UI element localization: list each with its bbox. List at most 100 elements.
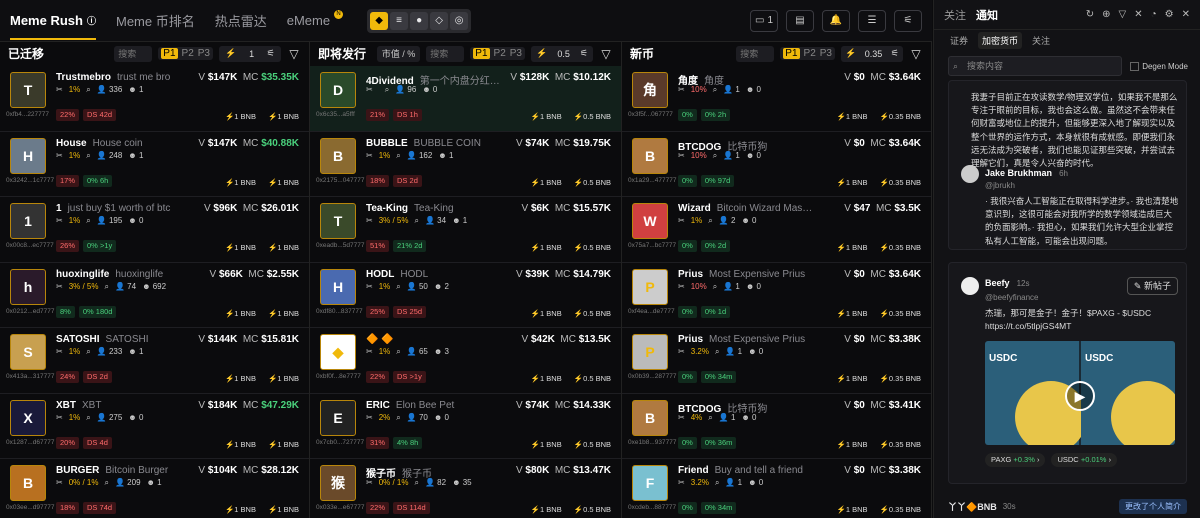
quick-buy-2[interactable]: ⚡1 BNB xyxy=(268,440,299,449)
token-address[interactable]: 0x033e...e67777 xyxy=(316,504,364,511)
tab-meme-ranking[interactable]: Meme 币排名 xyxy=(106,0,205,42)
token-avatar[interactable]: P xyxy=(632,334,668,370)
filter-icon[interactable]: ▽ xyxy=(1119,9,1127,20)
token-row[interactable]: 1 0x00c8...ec7777 1 just buy $1 worth of … xyxy=(0,197,309,263)
tab-ememe[interactable]: eMeme N xyxy=(277,0,353,42)
token-row[interactable]: W 0x75a7...bc7777 Wizard Bitcoin Wizard M… xyxy=(622,197,931,263)
search-icon[interactable]: ⌕ xyxy=(105,478,109,488)
token-address[interactable]: 0x03ee...d97777 xyxy=(6,504,54,511)
quick-buy-1[interactable]: ⚡1 BNB xyxy=(837,374,868,383)
token-row[interactable]: P 0x0b39...287777 Prius Most Expensive Pr… xyxy=(622,328,931,394)
token-row[interactable]: D 0x6c35...a5fff 4Dividend 第一个内盘分红… ✂ ⌕ 👤… xyxy=(310,66,621,132)
subtab-crypto[interactable]: 加密货币 xyxy=(978,31,1023,49)
token-address[interactable]: 0x2175...047777 xyxy=(316,177,364,184)
column-search-input[interactable]: 搜索 xyxy=(426,45,465,62)
preset-p3[interactable]: P3 xyxy=(820,48,832,59)
token-address[interactable]: 0xeadb...5d7777 xyxy=(316,242,364,249)
quick-buy-2[interactable]: ⚡0.35 BNB xyxy=(880,243,921,252)
bnb-chain-icon[interactable]: ◆ xyxy=(370,11,389,30)
quick-buy-1[interactable]: ⚡1 BNB xyxy=(837,440,868,449)
quick-buy-1[interactable]: ⚡1 BNB xyxy=(531,243,562,252)
token-row[interactable]: B 0xe1b8...937777 BTCDOG 比特币狗 ✂ 4% ⌕ 👤 1 … xyxy=(622,394,931,459)
token-address[interactable]: 0x7cb0...727777 xyxy=(316,439,364,446)
eth-chain-icon[interactable]: ◇ xyxy=(430,11,449,30)
token-address[interactable]: 0xcdeb...887777 xyxy=(628,504,676,511)
search-icon[interactable]: ⌕ xyxy=(708,216,712,226)
token-row[interactable]: T 0xfb4...227777 Trustmebro trust me bro … xyxy=(0,66,309,132)
wallet-button[interactable]: ▤ xyxy=(786,9,814,32)
quick-buy-2[interactable]: ⚡0.35 BNB xyxy=(880,178,921,187)
quick-buy-2[interactable]: ⚡0.5 BNB xyxy=(574,243,611,252)
quick-buy-1[interactable]: ⚡1 BNB xyxy=(531,440,562,449)
token-avatar[interactable]: B xyxy=(632,137,668,174)
quick-buy-2[interactable]: ⚡0.35 BNB xyxy=(880,440,921,449)
quick-buy-2[interactable]: ⚡1 BNB xyxy=(268,178,299,187)
preset-p1[interactable]: P1 xyxy=(161,48,178,59)
globe-icon[interactable]: ⊕ xyxy=(1102,9,1110,20)
search-icon[interactable]: ⌕ xyxy=(86,151,90,161)
search-icon[interactable]: ⌕ xyxy=(396,151,400,161)
mute-icon[interactable]: ✕ xyxy=(1134,9,1142,20)
sidebar-search-input[interactable]: 搜索内容 xyxy=(948,56,1123,76)
token-row[interactable]: B 0x2175...047777 BUBBLE BUBBLE COIN ✂ 1%… xyxy=(310,132,621,197)
quick-buy-1[interactable]: ⚡1 BNB xyxy=(531,309,562,318)
search-icon[interactable]: ⌕ xyxy=(415,478,419,488)
layout-button[interactable]: ▭ 1 xyxy=(750,9,778,32)
quick-buy-1[interactable]: ⚡1 BNB xyxy=(837,178,868,187)
preset-p3[interactable]: P3 xyxy=(198,48,210,59)
token-avatar[interactable]: D xyxy=(320,72,356,108)
gear-icon[interactable]: ⚙ xyxy=(1165,9,1174,20)
token-address[interactable]: 0xf4ea...de7777 xyxy=(628,308,675,315)
quick-buy-1[interactable]: ⚡1 BNB xyxy=(225,374,256,383)
column-search-input[interactable]: 搜索 xyxy=(114,45,153,62)
solana-chain-icon[interactable]: ≡ xyxy=(390,11,409,30)
tab-follow[interactable]: 关注 xyxy=(944,7,966,23)
token-avatar[interactable]: 角 xyxy=(632,72,668,108)
token-address[interactable]: 0x3f5f...067777 xyxy=(628,111,673,118)
quick-buy-1[interactable]: ⚡1 BNB xyxy=(837,505,868,514)
preset-p2[interactable]: P2 xyxy=(804,48,816,59)
quick-buy-2[interactable]: ⚡1 BNB xyxy=(268,112,299,121)
quick-buy-1[interactable]: ⚡1 BNB xyxy=(837,243,868,252)
quick-buy-2[interactable]: ⚡0.5 BNB xyxy=(574,309,611,318)
token-row[interactable]: h 0x0212...ed7777 huoxinglife huoxinglife… xyxy=(0,263,309,328)
quick-buy-1[interactable]: ⚡1 BNB xyxy=(225,505,256,514)
token-address[interactable]: 0x0b39...287777 xyxy=(628,373,676,380)
token-address[interactable]: 0xe1b8...937777 xyxy=(628,439,676,446)
tab-hot-radar[interactable]: 热点雷达 xyxy=(205,0,277,42)
token-row[interactable]: B 0x1a29...477777 BTCDOG 比特币狗 ✂ 10% ⌕ 👤 1… xyxy=(622,132,931,197)
bottom-activity[interactable]: 丫丫🔶BNB 30s 更改了个人简介 xyxy=(948,494,1187,518)
beefy-card[interactable]: Beefy 12s @beefyfinance ✎ 新帖子 杰瑞，那可是金子！金… xyxy=(948,262,1187,484)
preset-p3[interactable]: P3 xyxy=(510,48,522,59)
quick-buy-1[interactable]: ⚡1 BNB xyxy=(225,178,256,187)
token-avatar[interactable]: 猴 xyxy=(320,465,356,501)
token-avatar[interactable]: E xyxy=(320,399,356,436)
quick-buy-1[interactable]: ⚡1 BNB xyxy=(531,374,562,383)
video-thumbnail[interactable]: USDC USDC ▶ xyxy=(985,341,1175,445)
token-address[interactable]: 0x0212...ed7777 xyxy=(6,308,54,315)
token-avatar[interactable]: H xyxy=(320,268,356,305)
token-row[interactable]: F 0xcdeb...887777 Friend Buy and tell a f… xyxy=(622,459,931,518)
token-address[interactable]: 0x413a...317777 xyxy=(6,373,54,380)
quick-buy-1[interactable]: ⚡1 BNB xyxy=(225,112,256,121)
filter-icon[interactable]: ▽ xyxy=(909,47,923,61)
quick-buy-2[interactable]: ⚡0.5 BNB xyxy=(574,440,611,449)
tab-notify[interactable]: 通知 xyxy=(976,7,998,23)
alert-button[interactable]: 🔔 xyxy=(822,9,850,32)
close-icon[interactable]: ✕ xyxy=(1182,9,1190,20)
search-icon[interactable]: ⌕ xyxy=(715,347,719,357)
token-row[interactable]: H 0xdf80...837777 HODL HODL ✂ 1% ⌕ 👤 50 ☻… xyxy=(310,263,621,328)
filter-icon[interactable]: ▽ xyxy=(287,47,301,61)
search-icon[interactable]: ⌕ xyxy=(86,216,90,226)
quick-buy-1[interactable]: ⚡1 BNB xyxy=(531,112,562,121)
token-avatar[interactable]: F xyxy=(632,465,668,501)
token-avatar[interactable]: B xyxy=(10,465,46,501)
token-avatar[interactable]: W xyxy=(632,203,668,239)
token-address[interactable]: 0x1a29...477777 xyxy=(628,177,676,184)
search-icon[interactable]: ⌕ xyxy=(713,282,717,292)
search-icon[interactable]: ⌕ xyxy=(385,85,389,95)
search-icon[interactable]: ⌕ xyxy=(396,282,400,292)
search-icon[interactable]: ⌕ xyxy=(415,216,419,226)
token-row[interactable]: E 0x7cb0...727777 ERIC Elon Bee Pet ✂ 2% … xyxy=(310,394,621,459)
search-icon[interactable]: ⌕ xyxy=(708,413,712,423)
